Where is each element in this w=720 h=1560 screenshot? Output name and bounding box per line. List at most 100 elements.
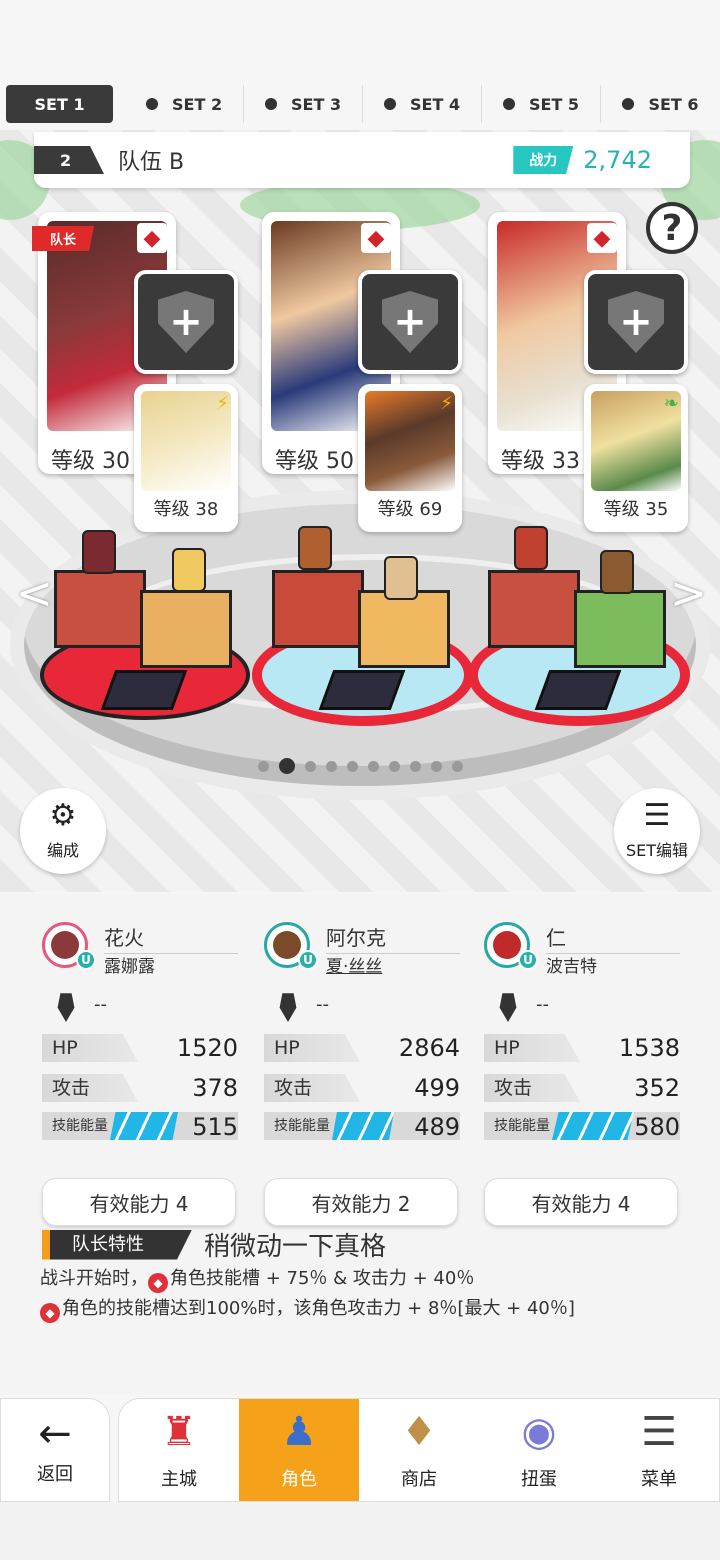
weapon-slot[interactable]: -- [494,986,549,1022]
sub-character-card[interactable]: ⚡ 等级 69 [358,384,462,532]
pixel-slot-3[interactable] [474,526,684,720]
equipment-slot[interactable]: + [584,270,688,374]
attack-value: 378 [192,1074,238,1102]
pixel-block-red [54,570,146,648]
tab-set-2[interactable]: SET 2 [125,85,245,123]
tab-set-1[interactable]: SET 1 [6,85,114,123]
set-edit-button[interactable]: ☰ SET编辑 [614,788,700,874]
pixel-slot-1[interactable] [40,530,250,720]
hp-label: HP [484,1034,580,1062]
sub-character-name: 波吉特 [546,957,597,977]
nav-tab-characters[interactable]: ♟ 角色 [239,1399,359,1501]
pixel-sprite [172,548,206,592]
shop-bag-icon: ♦ [401,1409,437,1455]
weapon-icon [499,993,517,1022]
add-equipment-icon: + [158,291,214,353]
character-card-2[interactable]: ◆ 等级 50 + ⚡ 等级 69 [262,212,462,532]
add-equipment-icon: + [608,291,664,353]
sub-character-level: 等级 69 [377,499,443,520]
character-card-3[interactable]: ◆ 等级 33 + ❧ 等级 35 [488,212,688,532]
tab-label: SET 4 [410,94,461,114]
attack-class-icon: ◆ [587,223,617,253]
back-button[interactable]: ← 返回 [0,1398,110,1502]
leader-trait: 队长特性 稍微动一下真格 [42,1226,386,1263]
team-power: 战力 2,742 [513,146,652,174]
page-dot[interactable] [389,760,400,772]
page-dot[interactable] [258,760,269,772]
tab-label: SET 2 [172,94,223,114]
formation-label: 编成 [46,841,79,860]
crystal-slot-icon [534,670,622,710]
unsaved-dot-icon [384,98,396,110]
skill-energy-row: 技能能量 489 [264,1112,460,1141]
hp-value: 1538 [618,1034,680,1062]
attack-value: 499 [414,1074,460,1102]
effective-ability-button[interactable]: 有效能力 2 [264,1178,458,1226]
page-dot[interactable] [410,760,421,772]
equipment-slot[interactable]: + [358,270,462,374]
nav-label: 菜单 [641,1469,677,1490]
team-name[interactable]: 队伍 B [118,144,184,176]
leader-trait-label: 队长特性 [42,1229,192,1260]
attack-row: 攻击 499 [264,1074,460,1102]
skill-energy-bar [110,1112,178,1140]
weapon-icon [57,993,75,1022]
power-value: 2,742 [583,146,652,174]
nav-tab-menu[interactable]: ☰ 菜单 [599,1399,719,1501]
nav-tab-main-city[interactable]: ♜ 主城 [119,1399,239,1501]
tab-set-3[interactable]: SET 3 [244,85,364,123]
u-badge-icon: U [298,950,318,970]
page-dot[interactable] [279,758,295,774]
page-dot[interactable] [326,760,337,772]
trait-desc-text: 战斗开始时， [40,1268,148,1289]
effective-ability-button[interactable]: 有效能力 4 [484,1178,678,1226]
effective-ability-button[interactable]: 有效能力 4 [42,1178,236,1226]
pixel-block-green [574,590,666,668]
next-arrow-icon[interactable]: > [670,568,707,619]
crystal-slot-icon [318,670,406,710]
weapon-slot[interactable]: -- [274,986,329,1022]
sub-character-card[interactable]: ⚡ 等级 38 [134,384,238,532]
pixel-block-yellow [140,590,232,668]
character-icon: ♟ [281,1409,317,1455]
page-dot[interactable] [452,760,463,772]
tab-set-4[interactable]: SET 4 [363,85,483,123]
attack-label: 攻击 [42,1074,138,1102]
formation-button[interactable]: ⚙ 编成 [20,788,106,874]
page-dot[interactable] [347,760,358,772]
hp-label: HP [264,1034,360,1062]
weapon-slot[interactable]: -- [52,986,107,1022]
page-indicator [258,758,463,774]
pixel-sprite [82,530,116,574]
skill-energy-bar [552,1112,634,1140]
help-button[interactable]: ? [646,202,698,254]
tab-set-5[interactable]: SET 5 [482,85,602,123]
gacha-orb-icon: ◉ [521,1409,557,1455]
leader-trait-desc-1: 战斗开始时， ◆ 角色技能槽 + 75％ & 攻击力 + 40％ [40,1264,680,1293]
page-dot[interactable] [305,760,316,772]
character-name: 仁 [546,922,680,954]
sub-character-card[interactable]: ❧ 等级 35 [584,384,688,532]
back-label: 返回 [37,1464,73,1485]
character-level: 等级 33 [493,441,588,471]
pixel-slot-2[interactable] [258,526,468,720]
weapon-name: -- [316,993,329,1015]
nav-tab-gacha[interactable]: ◉ 扭蛋 [479,1399,599,1501]
page-dot[interactable] [368,760,379,772]
unsaved-dot-icon [146,98,159,110]
tab-set-6[interactable]: SET 6 [601,85,720,123]
prev-arrow-icon[interactable]: < [16,568,53,619]
pixel-sprite [514,526,548,570]
power-label: 战力 [513,146,574,174]
u-badge-icon: U [518,950,538,970]
u-badge-icon: U [76,950,96,970]
team-formation-screen: SET 1 SET 2 SET 3 SET 4 SET 5 SET 6 2 队伍… [0,0,720,1560]
hp-row: HP 1520 [42,1034,238,1062]
avatar-face [493,931,521,959]
equipment-slot[interactable]: + [134,270,238,374]
set-edit-label: SET编辑 [625,841,689,860]
page-dot[interactable] [431,760,442,772]
nav-tab-shop[interactable]: ♦ 商店 [359,1399,479,1501]
team-number: 2 [34,146,104,174]
character-card-1[interactable]: ◆ 等级 30 队长 + ⚡ 等级 38 [32,212,238,532]
